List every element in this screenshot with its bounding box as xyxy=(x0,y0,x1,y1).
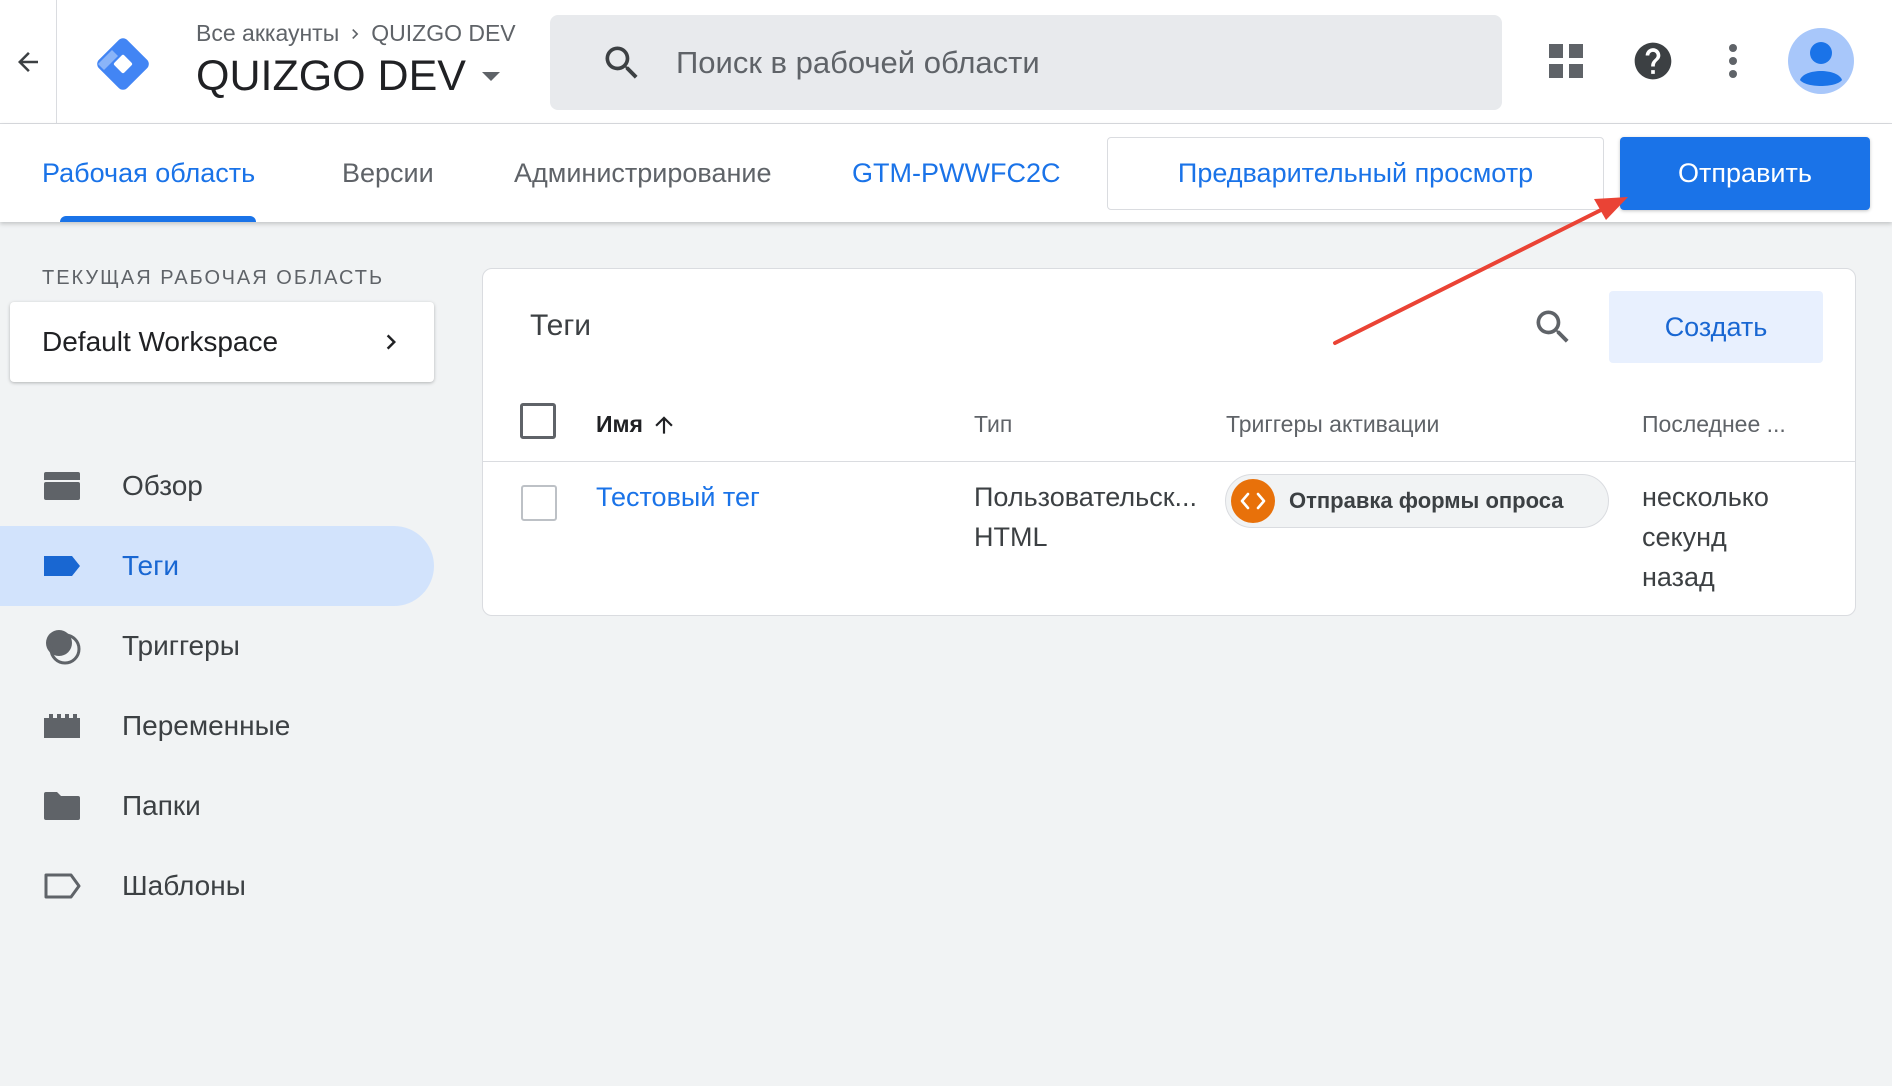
create-tag-button[interactable]: Создать xyxy=(1609,291,1823,363)
sidebar-item-label: Теги xyxy=(122,550,179,581)
apps-button[interactable] xyxy=(1533,28,1599,94)
sidebar-item-templates[interactable]: Шаблоны xyxy=(0,846,434,926)
sidebar-item-folders[interactable]: Папки xyxy=(0,766,434,846)
help-button[interactable] xyxy=(1620,28,1686,94)
last-edited-line2: секунд xyxy=(1642,522,1727,552)
more-options-button[interactable] xyxy=(1700,28,1766,94)
help-icon xyxy=(1634,42,1672,80)
preview-button[interactable]: Предварительный просмотр xyxy=(1107,137,1604,210)
back-button[interactable] xyxy=(0,0,57,124)
workspace-search[interactable] xyxy=(550,15,1502,110)
workspace-nav: Рабочая область Версии Администрирование… xyxy=(0,124,1892,222)
arrow-back-icon xyxy=(18,52,38,72)
tag-type-line2: HTML xyxy=(974,522,1048,552)
sidebar-item-label: Триггеры xyxy=(122,630,240,661)
sidebar-item-label: Папки xyxy=(122,790,201,821)
container-selector[interactable]: QUIZGO DEV xyxy=(196,52,502,101)
row-checkbox[interactable] xyxy=(521,485,557,521)
sidebar-item-variables[interactable]: Переменные xyxy=(0,686,434,766)
table-search-button[interactable] xyxy=(1527,301,1579,353)
sidebar-item-label: Переменные xyxy=(122,710,291,741)
sidebar-item-tags[interactable]: Теги xyxy=(0,526,434,606)
column-header-name-label: Имя xyxy=(596,411,643,437)
apps-grid-icon xyxy=(1549,44,1583,78)
chevron-right-icon xyxy=(386,334,396,350)
sidebar-item-label: Обзор xyxy=(122,470,203,501)
tab-admin[interactable]: Администрирование xyxy=(514,124,771,222)
workspace-name: Default Workspace xyxy=(42,326,279,357)
folder-icon xyxy=(42,786,82,826)
search-icon xyxy=(605,46,638,79)
tag-name-link[interactable]: Тестовый тег xyxy=(596,477,760,517)
search-icon xyxy=(1536,310,1569,343)
more-vert-icon xyxy=(1729,44,1737,78)
top-app-bar: Все аккаунты QUIZGO DEV QUIZGO DEV xyxy=(0,0,1892,124)
sidebar-item-label: Шаблоны xyxy=(122,870,246,901)
trigger-chip[interactable]: Отправка формы опроса xyxy=(1225,474,1609,528)
search-input[interactable] xyxy=(676,44,1436,81)
tab-workspace[interactable]: Рабочая область xyxy=(42,124,255,222)
current-workspace-label: ТЕКУЩАЯ РАБОЧАЯ ОБЛАСТЬ xyxy=(42,267,385,289)
sidebar-item-overview[interactable]: Обзор xyxy=(0,446,434,526)
variables-icon xyxy=(42,706,82,746)
tab-versions[interactable]: Версии xyxy=(342,124,434,222)
last-edited-line1: несколько xyxy=(1642,482,1769,512)
column-header-last-edited[interactable]: Последнее ... xyxy=(1642,411,1786,438)
select-all-checkbox[interactable] xyxy=(520,403,556,439)
tags-card: Теги Создать Имя Тип Триггеры активации … xyxy=(482,268,1856,616)
tag-icon xyxy=(42,546,82,586)
gtm-logo-icon xyxy=(97,38,149,90)
column-header-type[interactable]: Тип xyxy=(974,411,1012,438)
workspace-selector[interactable]: Default Workspace xyxy=(10,302,434,382)
container-name: QUIZGO DEV xyxy=(196,52,466,100)
tags-card-title: Теги xyxy=(530,309,592,342)
trigger-chip-label: Отправка формы опроса xyxy=(1289,488,1564,513)
account-avatar[interactable] xyxy=(1788,28,1854,94)
dropdown-arrow-icon xyxy=(481,71,500,81)
sort-ascending-icon xyxy=(655,415,673,434)
column-header-name[interactable]: Имя xyxy=(596,411,677,438)
breadcrumb-all-accounts[interactable]: Все аккаунты xyxy=(196,20,339,47)
breadcrumb: Все аккаунты QUIZGO DEV xyxy=(196,20,516,47)
active-tab-indicator xyxy=(60,216,256,222)
chevron-right-icon xyxy=(352,28,359,39)
trigger-icon xyxy=(42,626,82,666)
custom-code-icon xyxy=(1231,479,1275,523)
last-edited-line3: назад xyxy=(1642,562,1715,592)
avatar-icon xyxy=(1788,28,1854,94)
tag-type-line1: Пользовательск... xyxy=(974,482,1198,512)
container-id-link[interactable]: GTM-PWWFC2C xyxy=(852,124,1060,222)
column-header-triggers[interactable]: Триггеры активации xyxy=(1226,411,1439,438)
header-divider xyxy=(483,461,1855,462)
breadcrumb-account[interactable]: QUIZGO DEV xyxy=(371,20,515,47)
submit-button[interactable]: Отправить xyxy=(1620,137,1870,210)
template-icon xyxy=(42,866,82,906)
sidebar-item-triggers[interactable]: Триггеры xyxy=(0,606,434,686)
overview-icon xyxy=(42,466,82,506)
